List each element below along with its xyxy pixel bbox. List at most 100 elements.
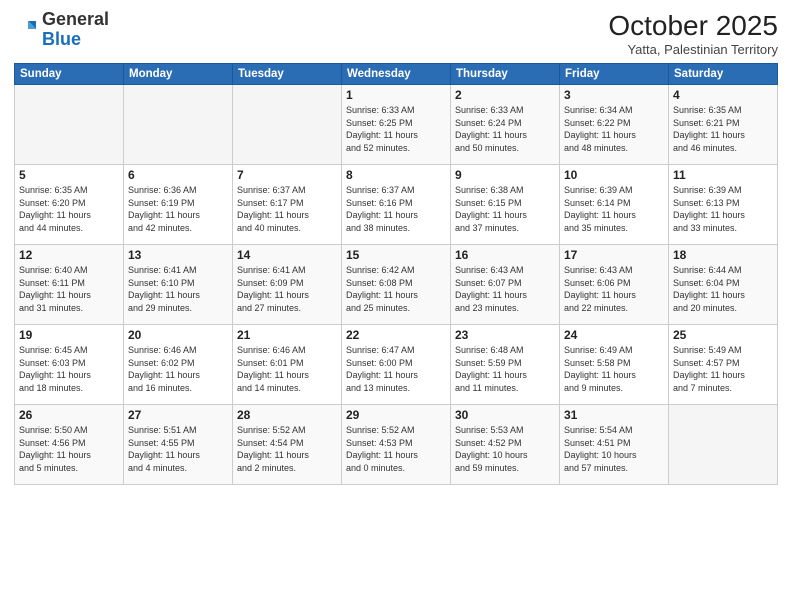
day-info: Sunrise: 5:50 AM Sunset: 4:56 PM Dayligh… bbox=[19, 424, 119, 474]
table-row: 3 Sunrise: 6:34 AM Sunset: 6:22 PM Daylig… bbox=[560, 85, 669, 165]
day-number: 14 bbox=[237, 248, 337, 262]
calendar-container: General Blue October 2025 Yatta, Palesti… bbox=[0, 0, 792, 612]
table-row: 14 Sunrise: 6:41 AM Sunset: 6:09 PM Dayli… bbox=[233, 245, 342, 325]
day-info: Sunrise: 6:41 AM Sunset: 6:09 PM Dayligh… bbox=[237, 264, 337, 314]
table-row: 6Sunrise: 6:36 AM Sunset: 6:19 PM Daylig… bbox=[124, 165, 233, 245]
table-row: 13Sunrise: 6:41 AM Sunset: 6:10 PM Dayli… bbox=[124, 245, 233, 325]
location-subtitle: Yatta, Palestinian Territory bbox=[608, 42, 778, 57]
day-info: Sunrise: 5:54 AM Sunset: 4:51 PM Dayligh… bbox=[564, 424, 664, 474]
day-number: 28 bbox=[237, 408, 337, 422]
header-sunday: Sunday bbox=[15, 64, 124, 85]
day-number: 4 bbox=[673, 88, 773, 102]
table-row: 16 Sunrise: 6:43 AM Sunset: 6:07 PM Dayli… bbox=[451, 245, 560, 325]
header: General Blue October 2025 Yatta, Palesti… bbox=[14, 10, 778, 57]
day-info: Sunrise: 6:44 AM Sunset: 6:04 PM Dayligh… bbox=[673, 264, 773, 314]
day-number: 20 bbox=[128, 328, 228, 342]
table-row: 10Sunrise: 6:39 AM Sunset: 6:14 PM Dayli… bbox=[560, 165, 669, 245]
table-row: 1Sunrise: 6:33 AM Sunset: 6:25 PM Daylig… bbox=[342, 85, 451, 165]
day-number: 27 bbox=[128, 408, 228, 422]
table-row: 30 Sunrise: 5:53 AM Sunset: 4:52 PM Dayli… bbox=[451, 405, 560, 485]
day-number: 12 bbox=[19, 248, 119, 262]
day-info: Sunrise: 6:40 AM Sunset: 6:11 PM Dayligh… bbox=[19, 264, 119, 314]
table-row: 19 Sunrise: 6:45 AM Sunset: 6:03 PM Dayli… bbox=[15, 325, 124, 405]
day-info: Sunrise: 6:34 AM Sunset: 6:22 PM Dayligh… bbox=[564, 104, 664, 154]
day-info: Sunrise: 6:46 AM Sunset: 6:01 PM Dayligh… bbox=[237, 344, 337, 394]
table-row: 29 Sunrise: 5:52 AM Sunset: 4:53 PM Dayli… bbox=[342, 405, 451, 485]
day-number: 17 bbox=[564, 248, 664, 262]
calendar-table: Sunday Monday Tuesday Wednesday Thursday… bbox=[14, 63, 778, 485]
table-row: 7Sunrise: 6:37 AM Sunset: 6:17 PM Daylig… bbox=[233, 165, 342, 245]
table-row: 22 Sunrise: 6:47 AM Sunset: 6:00 PM Dayli… bbox=[342, 325, 451, 405]
day-number: 11 bbox=[673, 168, 773, 182]
table-row: 24Sunrise: 6:49 AM Sunset: 5:58 PM Dayli… bbox=[560, 325, 669, 405]
day-number: 31 bbox=[564, 408, 664, 422]
table-row bbox=[233, 85, 342, 165]
table-row: 31 Sunrise: 5:54 AM Sunset: 4:51 PM Dayli… bbox=[560, 405, 669, 485]
day-info: Sunrise: 6:48 AM Sunset: 5:59 PM Dayligh… bbox=[455, 344, 555, 394]
day-info: Sunrise: 6:46 AM Sunset: 6:02 PM Dayligh… bbox=[128, 344, 228, 394]
day-number: 7 bbox=[237, 168, 337, 182]
table-row bbox=[15, 85, 124, 165]
table-row: 18 Sunrise: 6:44 AM Sunset: 6:04 PM Dayli… bbox=[669, 245, 778, 325]
day-number: 26 bbox=[19, 408, 119, 422]
day-number: 6 bbox=[128, 168, 228, 182]
day-info: Sunrise: 6:47 AM Sunset: 6:00 PM Dayligh… bbox=[346, 344, 446, 394]
month-title: October 2025 bbox=[608, 10, 778, 42]
table-row: 17 Sunrise: 6:43 AM Sunset: 6:06 PM Dayli… bbox=[560, 245, 669, 325]
title-block: October 2025 Yatta, Palestinian Territor… bbox=[608, 10, 778, 57]
day-info: Sunrise: 6:33 AM Sunset: 6:24 PM Dayligh… bbox=[455, 104, 555, 154]
day-info: Sunrise: 6:43 AM Sunset: 6:06 PM Dayligh… bbox=[564, 264, 664, 314]
day-info: Sunrise: 5:52 AM Sunset: 4:53 PM Dayligh… bbox=[346, 424, 446, 474]
table-row: 4 Sunrise: 6:35 AM Sunset: 6:21 PM Daylig… bbox=[669, 85, 778, 165]
logo-icon bbox=[14, 18, 38, 42]
logo: General Blue bbox=[14, 10, 109, 50]
day-number: 29 bbox=[346, 408, 446, 422]
day-number: 2 bbox=[455, 88, 555, 102]
header-wednesday: Wednesday bbox=[342, 64, 451, 85]
day-number: 5 bbox=[19, 168, 119, 182]
day-info: Sunrise: 6:39 AM Sunset: 6:14 PM Dayligh… bbox=[564, 184, 664, 234]
day-number: 18 bbox=[673, 248, 773, 262]
day-number: 1 bbox=[346, 88, 446, 102]
day-number: 21 bbox=[237, 328, 337, 342]
calendar-header: Sunday Monday Tuesday Wednesday Thursday… bbox=[15, 64, 778, 85]
table-row: 21 Sunrise: 6:46 AM Sunset: 6:01 PM Dayli… bbox=[233, 325, 342, 405]
table-row: 5 Sunrise: 6:35 AM Sunset: 6:20 PM Daylig… bbox=[15, 165, 124, 245]
day-number: 30 bbox=[455, 408, 555, 422]
table-row: 9Sunrise: 6:38 AM Sunset: 6:15 PM Daylig… bbox=[451, 165, 560, 245]
day-number: 19 bbox=[19, 328, 119, 342]
day-info: Sunrise: 6:39 AM Sunset: 6:13 PM Dayligh… bbox=[673, 184, 773, 234]
day-number: 23 bbox=[455, 328, 555, 342]
day-info: Sunrise: 5:49 AM Sunset: 4:57 PM Dayligh… bbox=[673, 344, 773, 394]
day-info: Sunrise: 6:43 AM Sunset: 6:07 PM Dayligh… bbox=[455, 264, 555, 314]
calendar-body: 1Sunrise: 6:33 AM Sunset: 6:25 PM Daylig… bbox=[15, 85, 778, 485]
header-monday: Monday bbox=[124, 64, 233, 85]
day-number: 15 bbox=[346, 248, 446, 262]
day-number: 8 bbox=[346, 168, 446, 182]
table-row: 27 Sunrise: 5:51 AM Sunset: 4:55 PM Dayli… bbox=[124, 405, 233, 485]
table-row: 25Sunrise: 5:49 AM Sunset: 4:57 PM Dayli… bbox=[669, 325, 778, 405]
day-info: Sunrise: 6:42 AM Sunset: 6:08 PM Dayligh… bbox=[346, 264, 446, 314]
day-info: Sunrise: 6:35 AM Sunset: 6:20 PM Dayligh… bbox=[19, 184, 119, 234]
day-info: Sunrise: 6:35 AM Sunset: 6:21 PM Dayligh… bbox=[673, 104, 773, 154]
table-row: 15 Sunrise: 6:42 AM Sunset: 6:08 PM Dayli… bbox=[342, 245, 451, 325]
day-number: 16 bbox=[455, 248, 555, 262]
header-tuesday: Tuesday bbox=[233, 64, 342, 85]
logo-general-text: General bbox=[42, 9, 109, 29]
day-number: 9 bbox=[455, 168, 555, 182]
day-info: Sunrise: 6:37 AM Sunset: 6:16 PM Dayligh… bbox=[346, 184, 446, 234]
table-row: 12 Sunrise: 6:40 AM Sunset: 6:11 PM Dayli… bbox=[15, 245, 124, 325]
table-row: 28 Sunrise: 5:52 AM Sunset: 4:54 PM Dayli… bbox=[233, 405, 342, 485]
day-number: 3 bbox=[564, 88, 664, 102]
day-info: Sunrise: 5:51 AM Sunset: 4:55 PM Dayligh… bbox=[128, 424, 228, 474]
table-row: 26 Sunrise: 5:50 AM Sunset: 4:56 PM Dayli… bbox=[15, 405, 124, 485]
header-saturday: Saturday bbox=[669, 64, 778, 85]
day-info: Sunrise: 6:49 AM Sunset: 5:58 PM Dayligh… bbox=[564, 344, 664, 394]
day-info: Sunrise: 5:52 AM Sunset: 4:54 PM Dayligh… bbox=[237, 424, 337, 474]
day-info: Sunrise: 6:45 AM Sunset: 6:03 PM Dayligh… bbox=[19, 344, 119, 394]
day-number: 22 bbox=[346, 328, 446, 342]
day-number: 13 bbox=[128, 248, 228, 262]
header-thursday: Thursday bbox=[451, 64, 560, 85]
day-info: Sunrise: 5:53 AM Sunset: 4:52 PM Dayligh… bbox=[455, 424, 555, 474]
table-row: 11 Sunrise: 6:39 AM Sunset: 6:13 PM Dayli… bbox=[669, 165, 778, 245]
